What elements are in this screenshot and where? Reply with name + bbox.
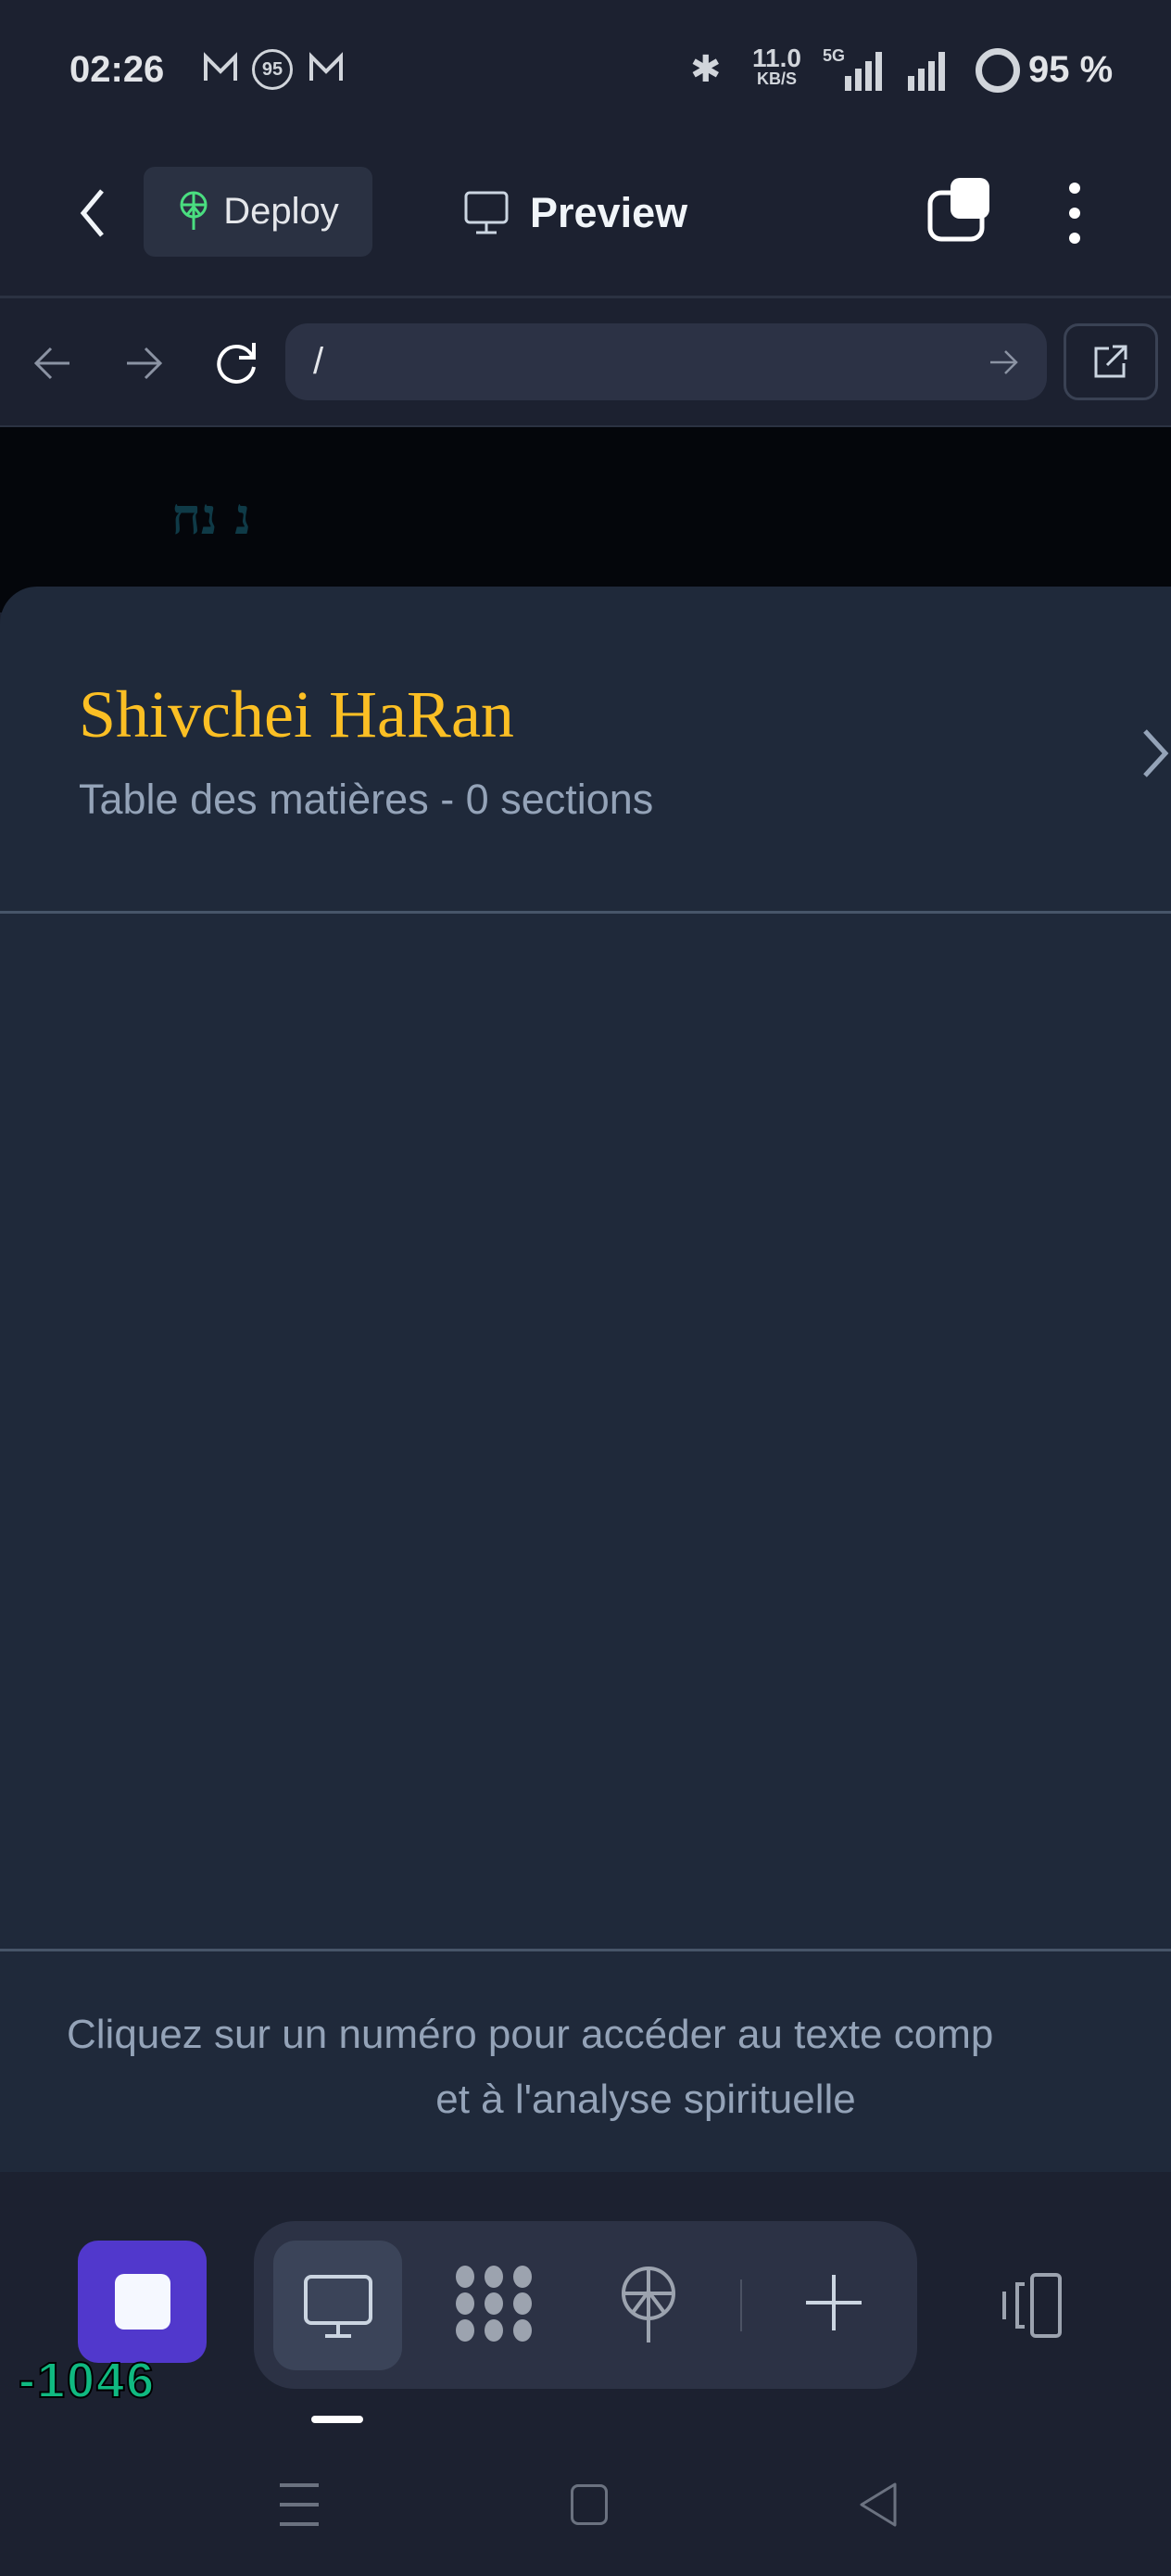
external-link-icon — [1094, 345, 1127, 378]
monitor-icon — [464, 191, 509, 234]
home-icon[interactable] — [571, 2484, 608, 2525]
back-button[interactable] — [74, 185, 111, 246]
add-icon[interactable] — [804, 2273, 863, 2337]
gmail-icon-2 — [308, 51, 345, 89]
divider — [0, 911, 1171, 914]
url-text: / — [313, 341, 324, 382]
active-indicator — [311, 2416, 363, 2423]
nav-forward-icon[interactable] — [123, 343, 164, 388]
deploy-globe-icon — [180, 191, 208, 230]
url-input[interactable]: / — [285, 323, 1047, 400]
book-title: Shivchei HaRan — [79, 677, 514, 751]
battery-icon — [976, 48, 1020, 93]
preview-tab[interactable]: Preview — [463, 176, 687, 250]
more-options-icon[interactable] — [1065, 181, 1084, 250]
stop-button[interactable] — [78, 2241, 207, 2363]
monitor-icon — [304, 2275, 372, 2338]
deploy-button[interactable]: Deploy — [144, 167, 372, 257]
footer-instruction-line1: Cliquez sur un numéro pour accéder au te… — [67, 2012, 994, 2057]
deploy-label: Deploy — [223, 191, 339, 232]
open-external-button[interactable] — [1064, 323, 1158, 400]
signal-icon — [841, 48, 962, 95]
divider — [0, 296, 1171, 298]
device-rotate-icon[interactable] — [991, 2273, 1065, 2342]
battery-level: 95 % — [1028, 48, 1114, 90]
recents-icon[interactable] — [280, 2483, 321, 2531]
deploy-globe-icon[interactable] — [619, 2266, 678, 2350]
network-speed: 11.0 — [752, 44, 801, 72]
hebrew-logo-text: נ נח — [171, 486, 251, 546]
divider — [740, 2279, 742, 2331]
status-time: 02:26 — [69, 48, 165, 90]
workflow-icon[interactable] — [454, 2264, 534, 2348]
nav-back-icon[interactable] — [32, 343, 73, 388]
go-arrow-icon[interactable] — [988, 346, 1021, 379]
preview-label: Preview — [530, 189, 688, 236]
reload-icon[interactable] — [211, 337, 261, 392]
bluetooth-icon: ✱ — [690, 49, 722, 90]
chevron-right-icon[interactable] — [1141, 726, 1171, 786]
back-nav-icon[interactable] — [858, 2481, 899, 2532]
table-of-contents-panel: Shivchei HaRan Table des matières - 0 se… — [0, 587, 1171, 2172]
notification-badge-icon: 95 — [252, 49, 293, 90]
preview-view-button[interactable] — [273, 2241, 402, 2370]
book-subtitle: Table des matières - 0 sections — [79, 776, 654, 823]
stop-icon — [114, 2274, 170, 2330]
tabs-icon[interactable] — [926, 176, 991, 247]
divider — [0, 1949, 1171, 1951]
footer-instruction-line2: et à l'analyse spirituelle — [435, 2077, 856, 2122]
gmail-icon — [202, 51, 239, 89]
network-unit: KB/S — [756, 69, 797, 88]
counter-overlay: -1046 — [18, 2352, 157, 2409]
